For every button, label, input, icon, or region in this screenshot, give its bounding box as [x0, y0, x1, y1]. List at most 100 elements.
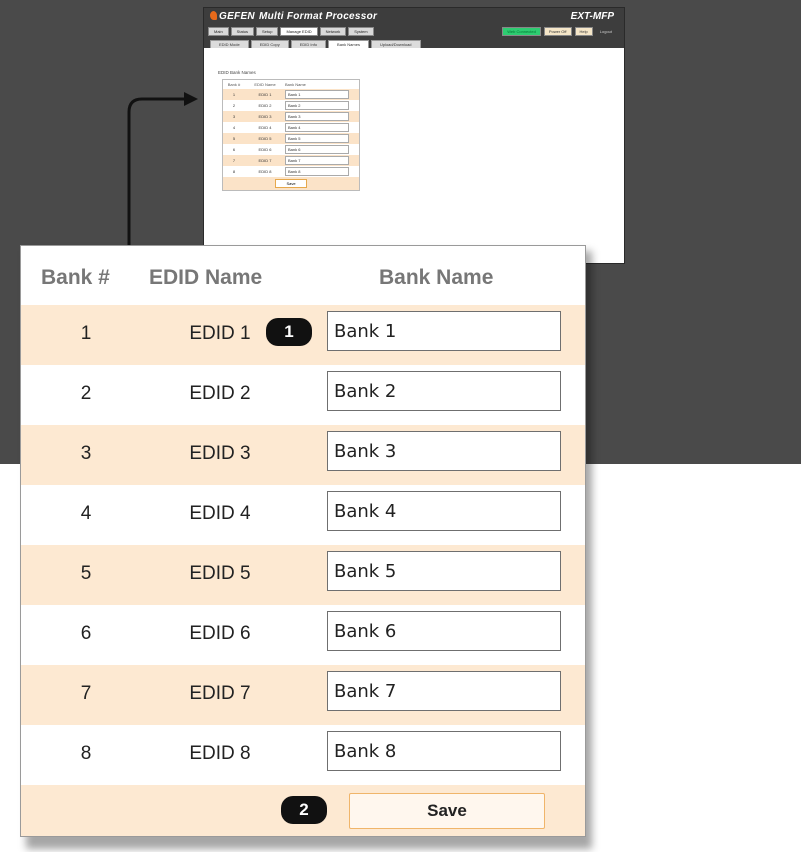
mini-bank-name-input[interactable]: Bank 5: [285, 134, 349, 143]
table-row: 4 EDID 4 Bank 4: [21, 485, 585, 545]
mini-header-bank-name: Bank Name: [285, 82, 306, 87]
mini-bank-num: 8: [232, 169, 236, 174]
mini-table-row: 5 EDID 5 Bank 5: [223, 133, 359, 144]
edid-name: EDID 6: [189, 623, 251, 644]
mini-edid-name: EDID 4: [258, 125, 272, 130]
table-row: 5 EDID 5 Bank 5: [21, 545, 585, 605]
bank-number: 6: [80, 623, 92, 644]
mini-table-row: 1 EDID 1 Bank 1: [223, 89, 359, 100]
bank-name-input[interactable]: Bank 8: [327, 731, 561, 771]
mini-table-row: 8 EDID 8 Bank 8: [223, 166, 359, 177]
mini-bank-name-input[interactable]: Bank 8: [285, 167, 349, 176]
header-bank-num: Bank #: [41, 266, 110, 289]
edid-name: EDID 3: [189, 443, 251, 464]
mini-table-row: 4 EDID 4 Bank 4: [223, 122, 359, 133]
table-row: 8 EDID 8 Bank 8: [21, 725, 585, 785]
mini-bank-name-input[interactable]: Bank 4: [285, 123, 349, 132]
tab-edid-mode[interactable]: EDID Mode: [210, 40, 249, 48]
section-title: EDID Bank Names: [218, 70, 256, 75]
bank-name-input[interactable]: Bank 7: [327, 671, 561, 711]
bank-rows: 1 EDID 1 1 Bank 1 2 EDID 2 Bank 2 3 EDID…: [21, 305, 585, 785]
mini-bank-num: 2: [232, 103, 236, 108]
sub-tabs: EDID Mode EDID Copy EDID Info Bank Names…: [210, 40, 421, 48]
bank-name-input[interactable]: Bank 5: [327, 551, 561, 591]
bank-number: 5: [80, 563, 92, 584]
header-edid-name: EDID Name: [149, 266, 263, 289]
bank-name-input[interactable]: Bank 3: [327, 431, 561, 471]
bank-number: 8: [80, 743, 92, 764]
mini-table-row: 7 EDID 7 Bank 7: [223, 155, 359, 166]
mini-table-row: 2 EDID 2 Bank 2: [223, 100, 359, 111]
mini-bank-name-input[interactable]: Bank 7: [285, 156, 349, 165]
mini-table-header: Bank # EDID Name Bank Name: [223, 80, 359, 89]
mini-bank-name-input[interactable]: Bank 6: [285, 145, 349, 154]
help-button[interactable]: Help: [574, 27, 593, 36]
model-name: EXT-MFP: [570, 11, 614, 22]
edid-name: EDID 8: [189, 743, 251, 764]
brand-name: GEFEN: [219, 11, 255, 22]
mini-edid-name: EDID 8: [258, 169, 272, 174]
tab-upload-download[interactable]: Upload/Download: [370, 40, 421, 48]
bank-name-input[interactable]: Bank 6: [327, 611, 561, 651]
mini-edid-name: EDID 6: [258, 147, 272, 152]
zoom-panel: Bank # EDID Name Bank Name 1 EDID 1 1 Ba…: [20, 245, 586, 837]
save-button[interactable]: Save: [349, 793, 545, 829]
mini-bank-name-input[interactable]: Bank 3: [285, 112, 349, 121]
mini-bank-num: 5: [232, 136, 236, 141]
mini-header-bank-num: Bank #: [227, 82, 241, 87]
tab-edid-info[interactable]: EDID Info: [290, 40, 327, 48]
edid-name: EDID 7: [189, 683, 251, 704]
mini-bank-num: 7: [232, 158, 236, 163]
nav-manage-edid[interactable]: Manage EDID: [280, 27, 318, 36]
mini-edid-name: EDID 3: [258, 114, 272, 119]
nav-status[interactable]: Status: [230, 27, 255, 36]
mini-bank-num: 6: [232, 147, 236, 152]
bank-number: 4: [80, 503, 92, 524]
brand-logo: GEFEN Multi Format Processor: [210, 11, 377, 22]
mini-bank-num: 3: [232, 114, 236, 119]
bank-name-input[interactable]: Bank 4: [327, 491, 561, 531]
mini-bank-name-input[interactable]: Bank 2: [285, 101, 349, 110]
mini-bank-num: 4: [232, 125, 236, 130]
bank-number: 1: [80, 323, 92, 344]
table-row: 2 EDID 2 Bank 2: [21, 365, 585, 425]
edid-name: EDID 4: [189, 503, 251, 524]
edid-name: EDID 1: [189, 323, 251, 344]
callout-badge-1: 1: [266, 318, 312, 346]
callout-badge-2: 2: [281, 796, 327, 824]
bank-name-input[interactable]: Bank 1: [327, 311, 561, 351]
edid-name: EDID 5: [189, 563, 251, 584]
mini-header-edid-name: EDID Name: [254, 82, 276, 87]
edid-name: EDID 2: [189, 383, 251, 404]
table-row: 3 EDID 3 Bank 3: [21, 425, 585, 485]
bank-number: 7: [80, 683, 92, 704]
product-name: Multi Format Processor: [258, 11, 378, 22]
mini-save-button[interactable]: Save: [275, 179, 307, 188]
tab-bank-names[interactable]: Bank Names: [328, 40, 369, 48]
flame-icon: [210, 11, 217, 20]
table-row: 1 EDID 1 1 Bank 1: [21, 305, 585, 365]
tab-edid-copy[interactable]: EDID Copy: [250, 40, 289, 48]
nav-main[interactable]: Main: [208, 27, 229, 36]
mini-edid-name: EDID 5: [258, 136, 272, 141]
table-row: 6 EDID 6 Bank 6: [21, 605, 585, 665]
mini-edid-name: EDID 7: [258, 158, 272, 163]
save-row: 2 Save: [21, 785, 585, 836]
nav-setup[interactable]: Setup: [256, 27, 279, 36]
main-nav: Main Status Setup Manage EDID Network Sy…: [208, 27, 374, 36]
header-bank-name: Bank Name: [379, 266, 494, 289]
table-row: 7 EDID 7 Bank 7: [21, 665, 585, 725]
table-header: Bank # EDID Name Bank Name: [21, 246, 585, 308]
logout-link[interactable]: Logout: [596, 28, 616, 35]
nav-system[interactable]: System: [348, 27, 374, 36]
mini-table-row: 3 EDID 3 Bank 3: [223, 111, 359, 122]
mini-edid-name: EDID 1: [258, 92, 272, 97]
mini-bank-name-input[interactable]: Bank 1: [285, 90, 349, 99]
status-bar: Web Connected Power Off Help Logout: [502, 27, 616, 36]
bank-number: 2: [80, 383, 92, 404]
mini-save-row: Save: [223, 177, 359, 190]
nav-network[interactable]: Network: [319, 27, 347, 36]
power-off-button[interactable]: Power Off: [543, 27, 572, 36]
bank-name-input[interactable]: Bank 2: [327, 371, 561, 411]
mini-edid-name: EDID 2: [258, 103, 272, 108]
